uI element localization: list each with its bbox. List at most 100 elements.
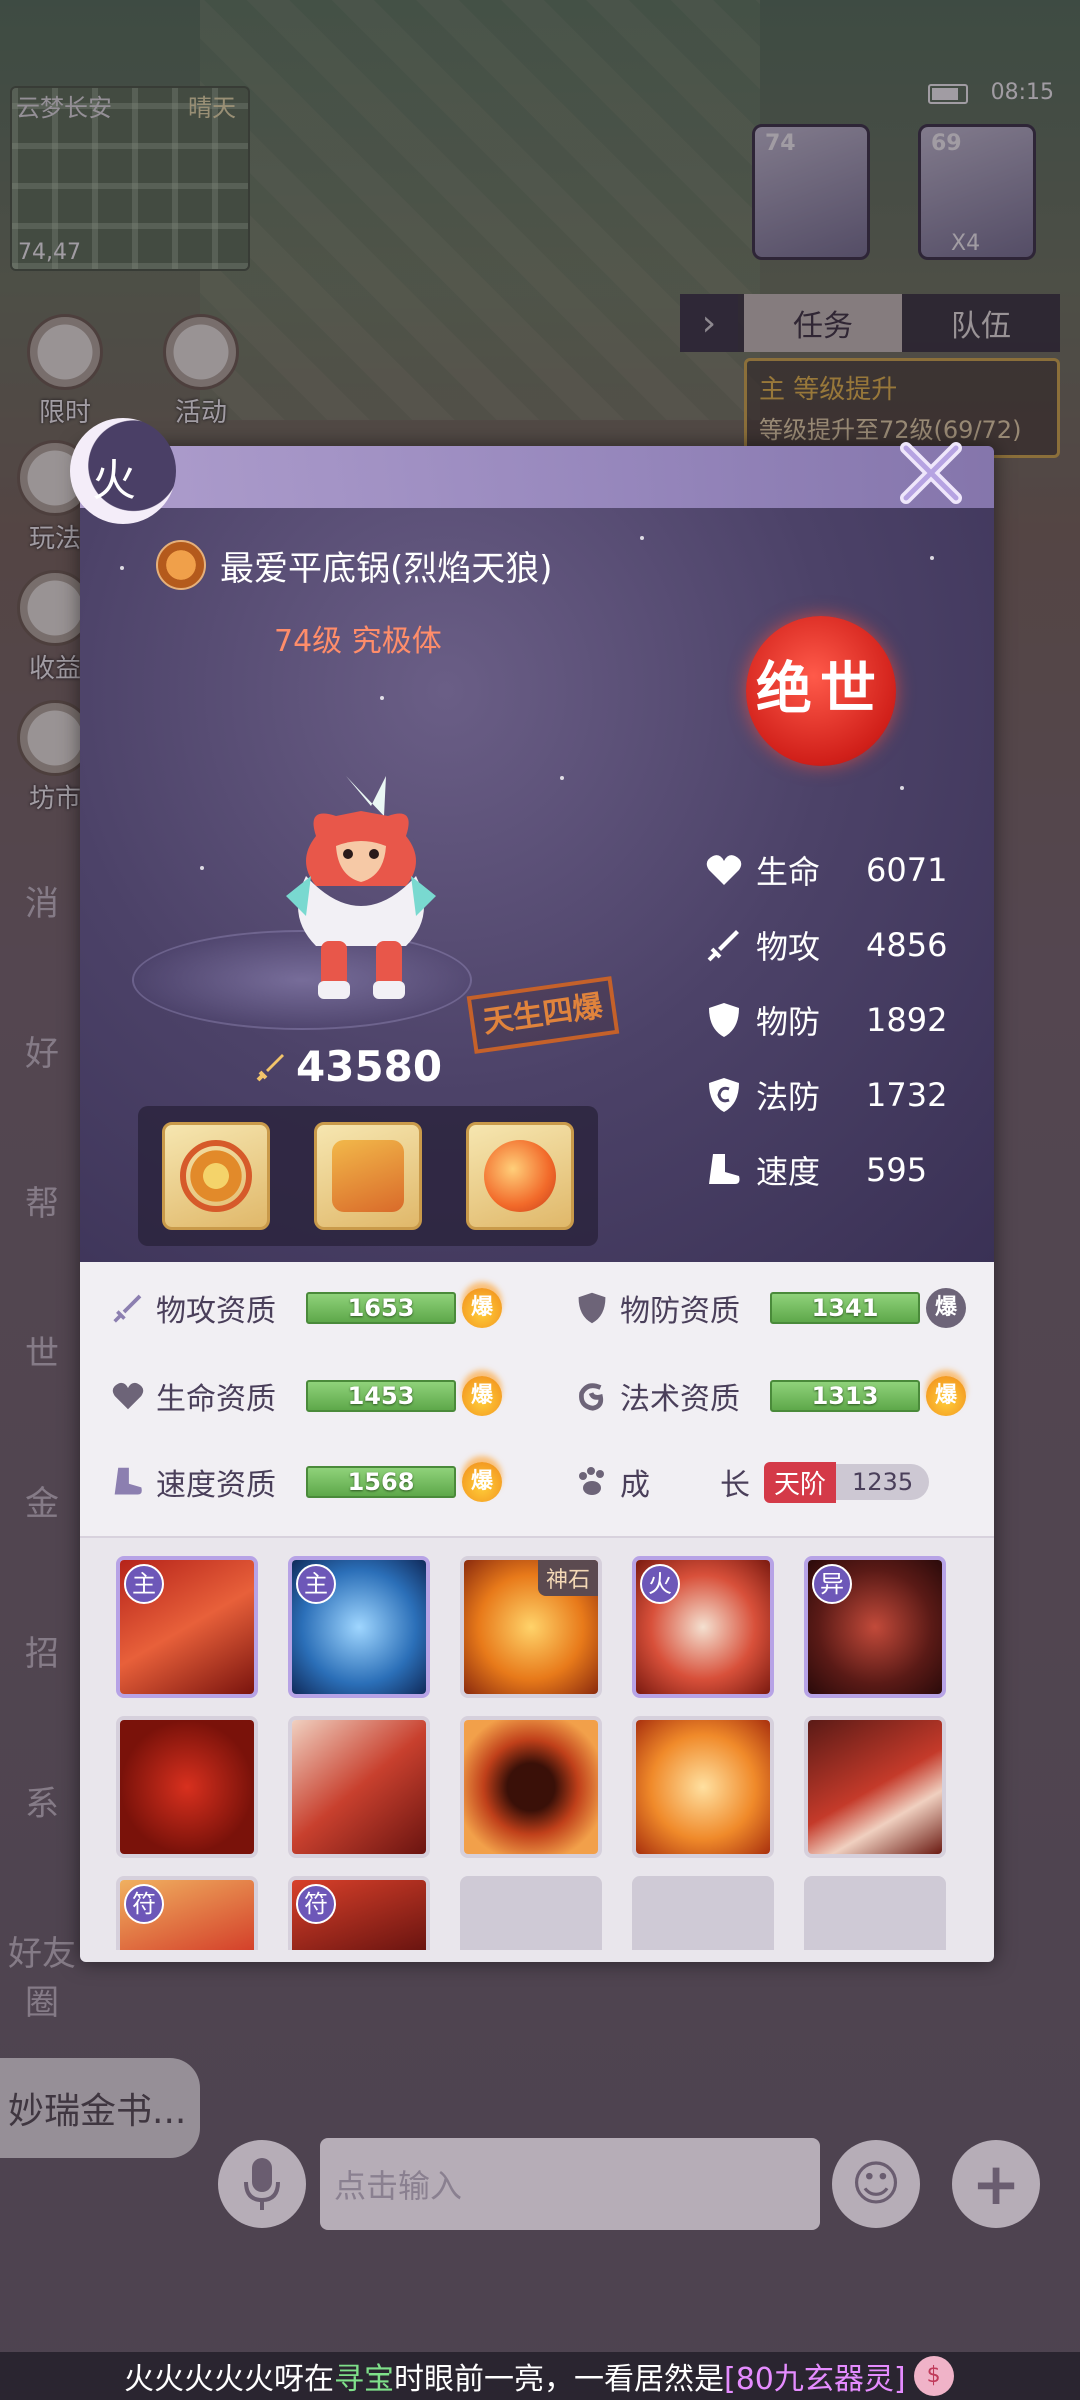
emoji-icon[interactable]: ☺	[832, 2140, 920, 2228]
attribute-stats: 生命 6071 物攻 4856 物防 1892 法防 1732 速度 595	[702, 832, 962, 1207]
aptitude-bar: 1568	[306, 1466, 456, 1498]
growth[interactable]: 成 长 天阶 1235	[572, 1460, 930, 1504]
innate-stamp: 天生四爆	[466, 976, 620, 1054]
stat-label: 生命	[756, 852, 821, 891]
pet-level: 74级 究极体	[274, 624, 442, 659]
aptitude-physical-defense[interactable]: 物防资质 1341 爆	[572, 1286, 966, 1330]
growth-label-a: 成	[620, 1468, 650, 1503]
aptitude-panel: 物攻资质 1653 爆 物防资质 1341 爆 生命资质 1453 爆 法术资质…	[80, 1262, 994, 1536]
pet-showcase: 最爱平底锅(烈焰天狼) 74级 究极体 绝世 天生四爆 43580 生命 607…	[80, 446, 994, 1262]
skill-slot[interactable]	[116, 1716, 258, 1858]
skill-tag: 符	[124, 1884, 164, 1924]
equipment-slot-charm[interactable]	[466, 1122, 574, 1230]
great-sword-skill-icon	[808, 1720, 942, 1854]
chat-input[interactable]: 点击输入	[320, 2138, 820, 2230]
sword-icon	[702, 925, 746, 965]
money-face-icon: $	[913, 2356, 954, 2396]
skill-slot[interactable]: 异	[804, 1556, 946, 1698]
collar-icon	[180, 1140, 252, 1212]
marquee-player: 火火火火火呀在	[124, 2362, 334, 2397]
equipment-slot-armor[interactable]	[314, 1122, 422, 1230]
rank-label: 绝世	[756, 656, 884, 722]
marquee-item[interactable]: [80九玄器灵]	[724, 2354, 906, 2398]
flame-spirit-skill-icon	[636, 1720, 770, 1854]
chat-preview-chip[interactable]: 妙瑞金书...	[0, 2058, 200, 2158]
pet-detail-modal: 最爱平底锅(烈焰天狼) 74级 究极体 绝世 天生四爆 43580 生命 607…	[80, 446, 994, 1962]
skill-slot[interactable]	[288, 1716, 430, 1858]
skill-slot[interactable]	[804, 1716, 946, 1858]
aptitude-label: 物防资质	[620, 1294, 740, 1329]
armor-icon	[332, 1140, 404, 1212]
pet-type-icon	[156, 540, 206, 590]
sword-icon	[108, 1288, 148, 1328]
skill-tag: 主	[124, 1564, 164, 1604]
aptitude-magic[interactable]: 法术资质 1313 爆	[572, 1374, 966, 1418]
aptitude-bar: 1453	[306, 1380, 456, 1412]
aptitude-bar: 1653	[306, 1292, 456, 1324]
stat-label: 速度	[756, 1152, 821, 1191]
pet-name[interactable]: 最爱平底锅(烈焰天狼)	[220, 541, 553, 590]
stat-physical-attack: 物攻 4856	[702, 907, 962, 982]
empty-skill-slot[interactable]	[632, 1876, 774, 1950]
stat-value: 1892	[866, 1000, 948, 1039]
boom-badge: 爆	[926, 1288, 966, 1328]
blood-sword-skill-icon	[292, 1720, 426, 1854]
stat-hp: 生命 6071	[702, 832, 962, 907]
equipment-slot-collar[interactable]	[162, 1122, 270, 1230]
empty-skill-slot[interactable]	[804, 1876, 946, 1950]
plus-icon[interactable]: +	[952, 2140, 1040, 2228]
skill-slot[interactable]: 神石	[460, 1556, 602, 1698]
vortex-cat-skill-icon	[464, 1720, 598, 1854]
skill-tag: 主	[296, 1564, 336, 1604]
boom-badge: 爆	[462, 1288, 502, 1328]
stat-speed: 速度 595	[702, 1132, 962, 1207]
combat-power: 43580	[254, 1042, 442, 1091]
marquee-place: 寻宝	[334, 2362, 394, 2397]
power-value: 43580	[296, 1042, 443, 1091]
star-sparkle	[560, 776, 564, 780]
boom-badge: 爆	[926, 1376, 966, 1416]
stat-value: 595	[866, 1150, 928, 1189]
skill-tag: 火	[640, 1564, 680, 1604]
aptitude-speed[interactable]: 速度资质 1568 爆	[108, 1460, 502, 1504]
heart-icon	[702, 850, 746, 890]
stat-value: 4856	[866, 925, 948, 964]
skill-grid: 主 主 神石 火 异 符 符	[80, 1536, 994, 1962]
pet-name-row: 最爱平底锅(烈焰天狼)	[156, 540, 553, 590]
skill-slot[interactable]	[460, 1716, 602, 1858]
skill-slot[interactable]: 火	[632, 1556, 774, 1698]
skill-tag: 符	[296, 1884, 336, 1924]
power-sword-icon	[256, 1053, 284, 1081]
aptitude-label: 速度资质	[156, 1468, 276, 1503]
magic-shield-icon	[702, 1075, 746, 1115]
growth-tier-badge: 天阶	[764, 1461, 837, 1503]
magic-swirl-icon	[572, 1376, 612, 1416]
empty-skill-slot[interactable]	[460, 1876, 602, 1950]
heal-cat-skill-icon	[120, 1720, 254, 1854]
element-label: 火	[92, 455, 136, 506]
microphone-icon[interactable]	[218, 2140, 306, 2228]
skill-slot[interactable]: 主	[288, 1556, 430, 1698]
paw-icon	[572, 1462, 612, 1502]
star-sparkle	[120, 566, 124, 570]
equipment-slots	[138, 1106, 598, 1246]
fire-element-badge: 火	[70, 418, 176, 524]
star-sparkle	[900, 786, 904, 790]
skill-slot[interactable]: 符	[288, 1876, 430, 1950]
stat-value: 1732	[866, 1075, 948, 1114]
skill-slot[interactable]: 符	[116, 1876, 258, 1950]
skill-slot[interactable]: 主	[116, 1556, 258, 1698]
broadcast-marquee: 火火火火火呀在 寻宝 时眼前一亮，一看居然是 [80九玄器灵] $	[0, 2352, 1080, 2400]
aptitude-physical-attack[interactable]: 物攻资质 1653 爆	[108, 1286, 502, 1330]
boot-icon	[702, 1150, 746, 1190]
stat-label: 物防	[756, 1002, 821, 1041]
modal-header-band	[80, 446, 994, 508]
aptitude-hp[interactable]: 生命资质 1453 爆	[108, 1374, 502, 1418]
star-sparkle	[380, 696, 384, 700]
stat-label: 法防	[756, 1077, 821, 1116]
stat-physical-defense: 物防 1892	[702, 982, 962, 1057]
fire-wolf-pet-model[interactable]	[276, 766, 446, 1006]
close-icon[interactable]	[894, 436, 968, 510]
stat-value: 6071	[866, 850, 948, 889]
skill-slot[interactable]	[632, 1716, 774, 1858]
